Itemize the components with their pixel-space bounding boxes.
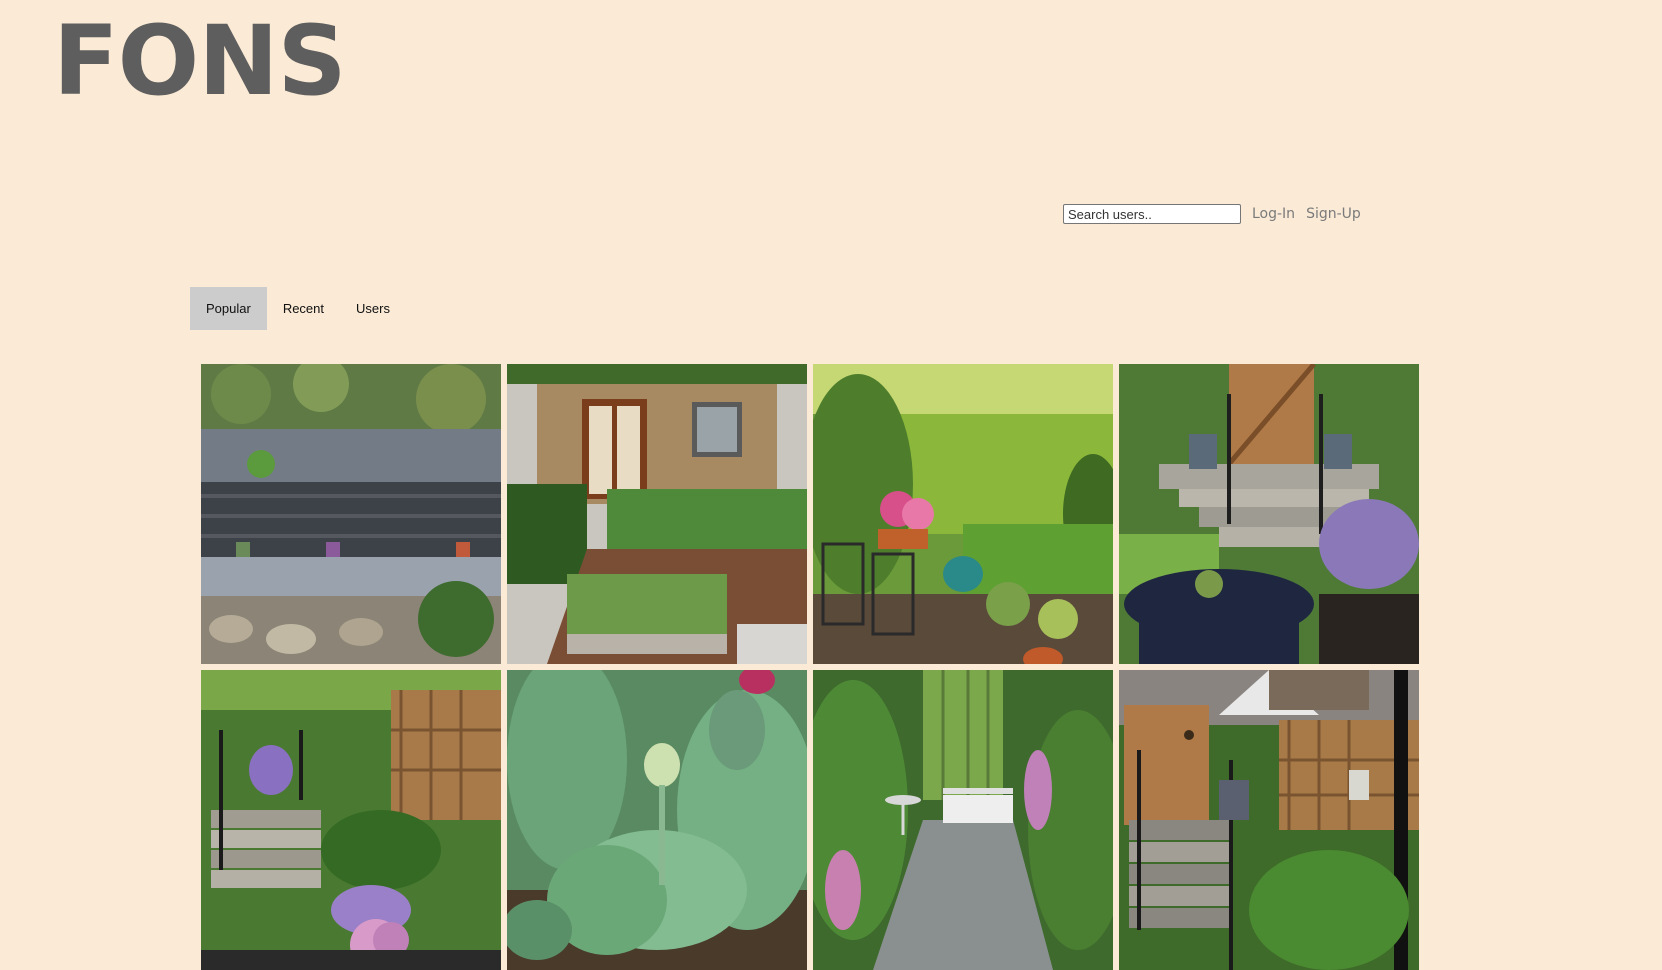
login-link[interactable]: Log-In xyxy=(1252,206,1295,222)
garden-photo xyxy=(507,670,807,970)
garden-photo xyxy=(201,670,501,970)
gallery-image[interactable] xyxy=(813,670,1113,970)
garden-photo xyxy=(1119,670,1419,970)
gallery-image[interactable] xyxy=(201,364,501,664)
gallery-image[interactable] xyxy=(1119,670,1419,970)
gallery-image[interactable] xyxy=(1119,364,1419,664)
garden-photo xyxy=(813,364,1113,664)
feed-tabs: Popular Recent Users xyxy=(190,287,406,330)
gallery-image[interactable] xyxy=(813,364,1113,664)
gallery-image[interactable] xyxy=(507,670,807,970)
garden-photo xyxy=(1119,364,1419,664)
tab-popular[interactable]: Popular xyxy=(190,287,267,330)
signup-link[interactable]: Sign-Up xyxy=(1306,206,1361,222)
user-nav: Log-In Sign-Up xyxy=(1063,203,1361,225)
garden-photo xyxy=(813,670,1113,970)
gallery-image[interactable] xyxy=(507,364,807,664)
garden-photo xyxy=(507,364,807,664)
photo-gallery xyxy=(201,364,1420,970)
site-logo[interactable]: FONS xyxy=(53,6,347,117)
gallery-image[interactable] xyxy=(201,670,501,970)
tab-users[interactable]: Users xyxy=(340,287,406,330)
garden-photo xyxy=(201,364,501,664)
search-users-input[interactable] xyxy=(1063,204,1241,224)
tab-recent[interactable]: Recent xyxy=(267,287,340,330)
